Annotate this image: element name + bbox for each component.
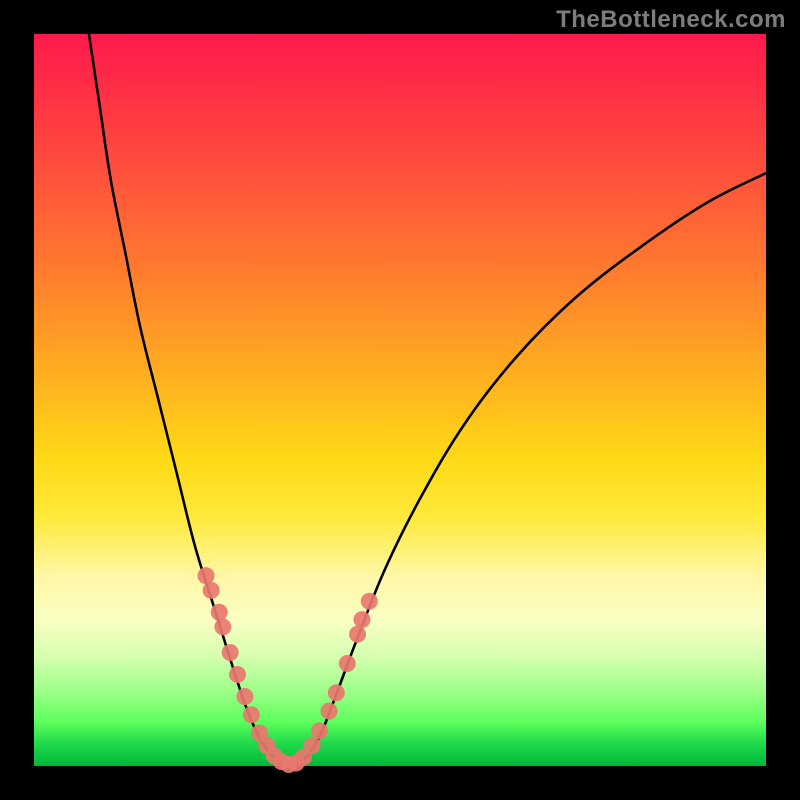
curve-marker <box>353 611 370 628</box>
curve-marker <box>339 655 356 672</box>
curve-marker <box>214 618 231 635</box>
plot-area <box>34 34 766 766</box>
curve-marker <box>229 666 246 683</box>
curve-marker <box>349 626 366 643</box>
chart-svg <box>34 34 766 766</box>
curve-marker <box>361 593 378 610</box>
curve-marker <box>304 737 321 754</box>
chart-frame: TheBottleneck.com <box>0 0 800 800</box>
bottleneck-curve <box>89 34 766 766</box>
curve-marker <box>203 582 220 599</box>
curve-marker <box>211 604 228 621</box>
watermark-text: TheBottleneck.com <box>556 6 786 34</box>
curve-markers <box>198 567 378 773</box>
curve-marker <box>236 688 253 705</box>
curve-marker <box>222 644 239 661</box>
curve-marker <box>328 684 345 701</box>
curve-marker <box>311 722 328 739</box>
curve-marker <box>243 706 260 723</box>
curve-marker <box>321 703 338 720</box>
curve-marker <box>198 567 215 584</box>
